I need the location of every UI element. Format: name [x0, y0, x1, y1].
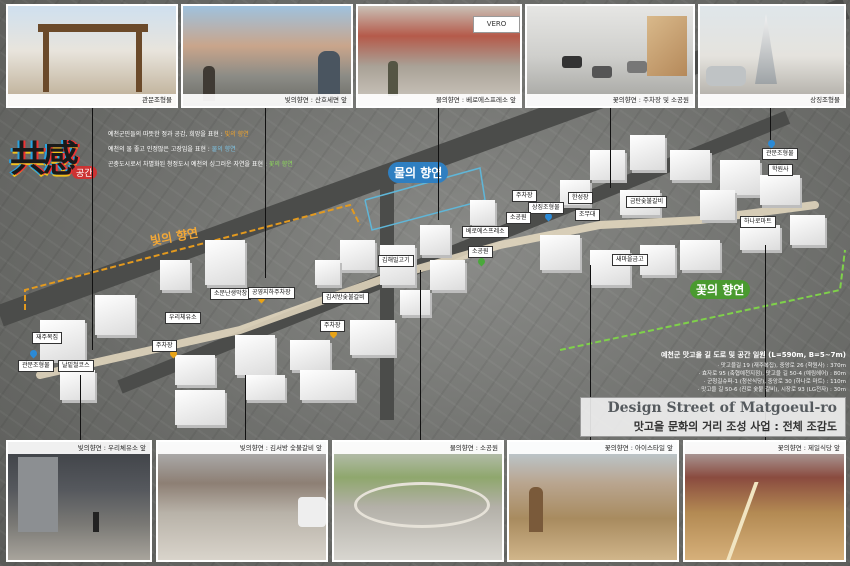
- map-label: 한성장: [568, 192, 593, 204]
- bottom-photo-4: 꽃의향연 : 아이스타일 앞: [507, 440, 679, 562]
- caption: 꽃의향연 : 주차장 및 소공원: [527, 94, 693, 106]
- title-box: Design Street of Matgoeul-ro 맛고을 문화의 거리 …: [580, 397, 846, 437]
- map-label: 주차장: [512, 190, 537, 202]
- map-label: 관문조형물: [762, 148, 798, 160]
- title-en: Design Street of Matgoeul-ro: [607, 400, 837, 416]
- top-photo-5: 상징조형물: [698, 4, 846, 108]
- caption: 꽃의향연 : 아이스타일 앞: [509, 442, 677, 454]
- bottom-photo-1: 빛의향연 : 우리체유소 앞: [6, 440, 152, 562]
- zone-label-water: 물의 향연: [388, 162, 449, 183]
- caption: 빛의향연 : 김서방 숯불갈비 앞: [158, 442, 326, 454]
- map-label: 주차장: [320, 320, 345, 332]
- map-label: 소공원: [506, 212, 531, 224]
- caption: 상징조형물: [700, 94, 844, 106]
- zone-label-flower: 꽃의 향연: [690, 280, 751, 299]
- map-label: 소문난생막창: [210, 288, 252, 300]
- project-detail: · 군청길슈퍼-1 (청산식당), 중앙로 30 (하나로 마트) : 110m: [703, 379, 846, 385]
- project-logo: 共感 공간: [10, 130, 100, 190]
- project-detail: · 맛고을길 19 (재주복집), 중앙로 26 (학원사) : 370m: [717, 363, 846, 369]
- map-label: 조무대: [575, 209, 600, 221]
- map-label: 날밑철코스: [58, 360, 94, 372]
- top-photo-2: 빛의향연 : 산호세면 앞: [181, 4, 353, 108]
- project-info: 예천군 맛고을 길 도로 및 공간 일원 (L=590m, B=5~7m) · …: [586, 350, 846, 394]
- top-photo-4: 꽃의향연 : 주차장 및 소공원: [525, 4, 695, 108]
- bottom-photo-5: 꽃의향연 : 제일식당 앞: [683, 440, 846, 562]
- map-label: 우리체유소: [165, 312, 201, 324]
- map-label: 주차장: [152, 340, 177, 352]
- bottom-photo-3: 물의향연 : 소공원: [332, 440, 504, 562]
- title-ko: 맛고을 문화의 거리 조성 사업 : 전체 조감도: [633, 420, 837, 433]
- bottom-photo-2: 빛의향연 : 김서방 숯불갈비 앞: [156, 440, 328, 562]
- map-label: 금탄숯불갈비: [626, 196, 668, 208]
- project-detail: · 효자로 95 (축협예천지점), 맛고을 길 50-4 (예림헤어) : 8…: [698, 371, 846, 377]
- top-photo-3: VERO 물의향연 : 베로에스프레소 앞: [356, 4, 522, 108]
- map-label: 김서방숯불갈비: [322, 292, 369, 304]
- map-label: 학원사: [768, 164, 793, 176]
- caption: 물의향연 : 소공원: [334, 442, 502, 454]
- caption: 빛의향연 : 산호세면 앞: [183, 94, 351, 106]
- map-label: 재주복집: [32, 332, 63, 344]
- map-label: 하나로마트: [740, 216, 776, 228]
- project-range: 예천군 맛고을 길 도로 및 공간 일원 (L=590m, B=5~7m): [660, 351, 846, 359]
- map-label: 상징조형물: [528, 202, 564, 214]
- caption: 꽃의향연 : 제일식당 앞: [685, 442, 844, 454]
- project-detail: · 맛고을 길 50-6 (진로 숯불 갈비), 시장로 93 (LG전자) :…: [697, 387, 846, 393]
- caption: 관문조형물: [8, 94, 176, 106]
- map-label: 관문조형물: [18, 360, 54, 372]
- map-label: 베로에스프레소: [462, 226, 509, 238]
- map-label: 김해밀고기: [378, 255, 414, 267]
- caption: 물의향연 : 베로에스프레소 앞: [358, 94, 520, 106]
- caption: 빛의향연 : 우리체유소 앞: [8, 442, 150, 454]
- map-label: 소공원: [468, 246, 493, 258]
- map-label: 공영지하주차장: [248, 287, 295, 299]
- top-photo-1: 관문조형물: [6, 4, 178, 108]
- map-label: 새마을금고: [612, 254, 648, 266]
